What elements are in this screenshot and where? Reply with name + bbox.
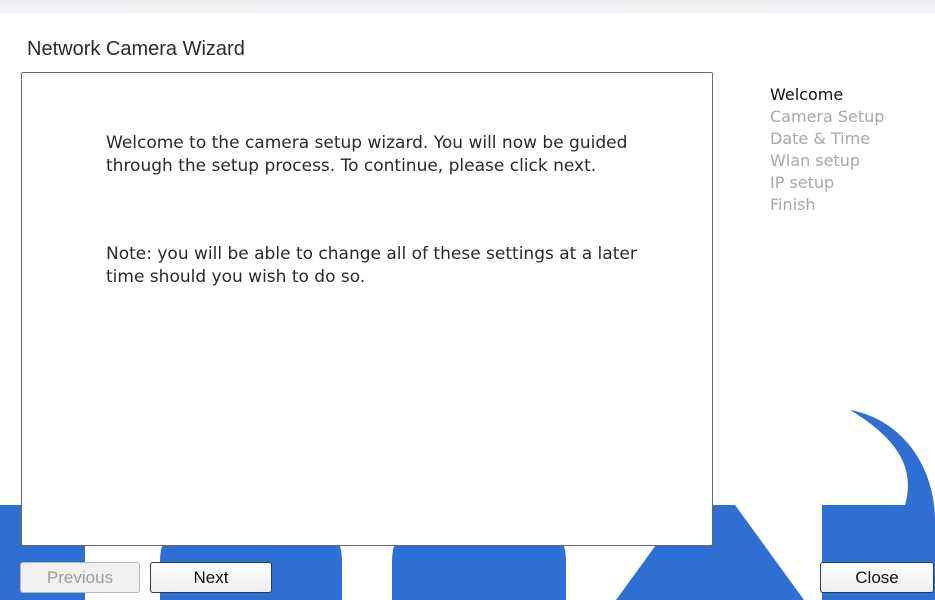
previous-button[interactable]: Previous xyxy=(20,562,140,593)
step-finish: Finish xyxy=(770,195,816,214)
note-message: Note: you will be able to change all of … xyxy=(106,244,637,287)
close-button[interactable]: Close xyxy=(820,562,934,593)
wizard-steps-list: Welcome Camera Setup Date & Time Wlan se… xyxy=(770,84,884,216)
step-ip-setup: IP setup xyxy=(770,173,835,192)
welcome-message: Welcome to the camera setup wizard. You … xyxy=(106,133,628,176)
step-welcome: Welcome xyxy=(770,85,844,104)
step-camera-setup: Camera Setup xyxy=(770,107,885,126)
step-wlan-setup: Wlan setup xyxy=(770,151,861,170)
next-button[interactable]: Next xyxy=(150,562,272,593)
step-date-time: Date & Time xyxy=(770,129,871,148)
content-panel: Welcome to the camera setup wizard. You … xyxy=(21,72,713,546)
wizard-title: Network Camera Wizard xyxy=(27,38,245,60)
